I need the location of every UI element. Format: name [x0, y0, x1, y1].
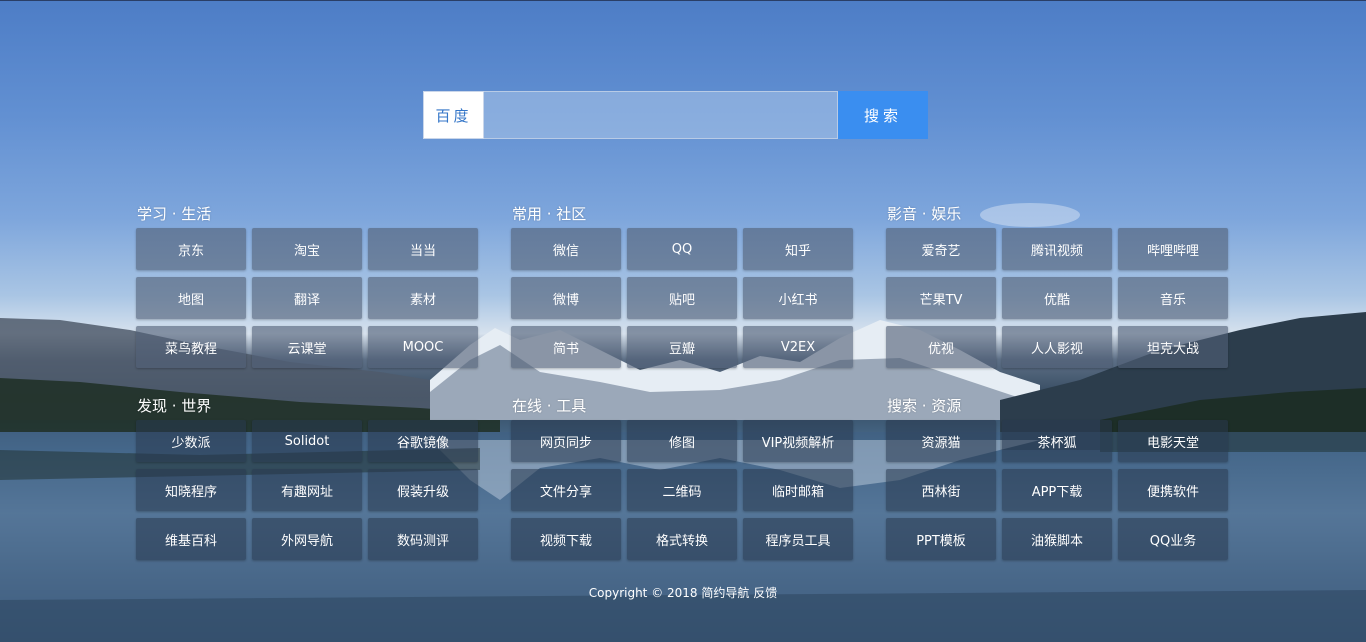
link-tieba[interactable]: 贴吧	[627, 277, 737, 319]
link-qr-code[interactable]: 二维码	[627, 469, 737, 511]
link-photo-edit[interactable]: 修图	[627, 420, 737, 462]
link-zhihu[interactable]: 知乎	[743, 228, 853, 270]
site-link[interactable]: 简约导航	[701, 586, 749, 600]
link-translate[interactable]: 翻译	[252, 277, 362, 319]
link-grid: 京东 淘宝 当当 地图 翻译 素材 菜鸟教程 云课堂 MOOC	[136, 228, 478, 368]
link-programmer-tools[interactable]: 程序员工具	[743, 518, 853, 560]
link-app-download[interactable]: APP下载	[1002, 469, 1112, 511]
search-engine-selector[interactable]: 百度	[423, 91, 484, 139]
link-tencent-video[interactable]: 腾讯视频	[1002, 228, 1112, 270]
link-jd[interactable]: 京东	[136, 228, 246, 270]
link-ziyuanmao[interactable]: 资源猫	[886, 420, 996, 462]
link-runoob[interactable]: 菜鸟教程	[136, 326, 246, 368]
link-grid: 爱奇艺 腾讯视频 哔哩哔哩 芒果TV 优酷 音乐 优视 人人影视 坦克大战	[886, 228, 1228, 368]
link-mango-tv[interactable]: 芒果TV	[886, 277, 996, 319]
link-wikipedia[interactable]: 维基百科	[136, 518, 246, 560]
link-renren-tv[interactable]: 人人影视	[1002, 326, 1112, 368]
link-youshi[interactable]: 优视	[886, 326, 996, 368]
link-wechat[interactable]: 微信	[511, 228, 621, 270]
search-input[interactable]	[484, 91, 838, 139]
link-format-convert[interactable]: 格式转换	[627, 518, 737, 560]
link-tank-battle[interactable]: 坦克大战	[1118, 326, 1228, 368]
link-xilinjie[interactable]: 西林街	[886, 469, 996, 511]
link-chabeihu[interactable]: 茶杯狐	[1002, 420, 1112, 462]
link-map[interactable]: 地图	[136, 277, 246, 319]
link-movie-heaven[interactable]: 电影天堂	[1118, 420, 1228, 462]
link-dangdang[interactable]: 当当	[368, 228, 478, 270]
link-douban[interactable]: 豆瓣	[627, 326, 737, 368]
link-vip-video-parse[interactable]: VIP视频解析	[743, 420, 853, 462]
link-tampermonkey-scripts[interactable]: 油猴脚本	[1002, 518, 1112, 560]
link-xiaohongshu[interactable]: 小红书	[743, 277, 853, 319]
section-title: 在线 · 工具	[512, 397, 587, 415]
link-sspai[interactable]: 少数派	[136, 420, 246, 462]
top-border	[0, 0, 1366, 1]
link-v2ex[interactable]: V2EX	[743, 326, 853, 368]
link-fun-sites[interactable]: 有趣网址	[252, 469, 362, 511]
section-title: 搜索 · 资源	[887, 397, 962, 415]
link-video-download[interactable]: 视频下载	[511, 518, 621, 560]
section-title: 学习 · 生活	[137, 205, 212, 223]
link-grid: 资源猫 茶杯狐 电影天堂 西林街 APP下载 便携软件 PPT模板 油猴脚本 Q…	[886, 420, 1228, 560]
search-button[interactable]: 搜索	[838, 91, 928, 139]
link-music[interactable]: 音乐	[1118, 277, 1228, 319]
link-solidot[interactable]: Solidot	[252, 420, 362, 462]
link-qq-services[interactable]: QQ业务	[1118, 518, 1228, 560]
search-bar: 百度 搜索	[423, 91, 928, 139]
copyright-text: Copyright © 2018	[588, 586, 698, 600]
link-digital-reviews[interactable]: 数码测评	[368, 518, 478, 560]
link-ppt-templates[interactable]: PPT模板	[886, 518, 996, 560]
section-title: 常用 · 社区	[512, 205, 587, 223]
link-bilibili[interactable]: 哔哩哔哩	[1118, 228, 1228, 270]
link-jianshu[interactable]: 简书	[511, 326, 621, 368]
link-web-sync[interactable]: 网页同步	[511, 420, 621, 462]
link-grid: 网页同步 修图 VIP视频解析 文件分享 二维码 临时邮箱 视频下载 格式转换 …	[511, 420, 853, 560]
link-qq[interactable]: QQ	[627, 228, 737, 270]
link-grid: 少数派 Solidot 谷歌镜像 知晓程序 有趣网址 假装升级 维基百科 外网导…	[136, 420, 478, 560]
feedback-link[interactable]: 反馈	[753, 586, 777, 600]
link-mooc[interactable]: MOOC	[368, 326, 478, 368]
link-fake-upgrade[interactable]: 假装升级	[368, 469, 478, 511]
link-portable-software[interactable]: 便携软件	[1118, 469, 1228, 511]
link-materials[interactable]: 素材	[368, 277, 478, 319]
link-file-share[interactable]: 文件分享	[511, 469, 621, 511]
link-youku[interactable]: 优酷	[1002, 277, 1112, 319]
link-iqiyi[interactable]: 爱奇艺	[886, 228, 996, 270]
section-title: 发现 · 世界	[137, 397, 212, 415]
link-google-mirror[interactable]: 谷歌镜像	[368, 420, 478, 462]
link-weibo[interactable]: 微博	[511, 277, 621, 319]
footer: Copyright © 2018 简约导航 反馈	[0, 584, 1366, 602]
link-taobao[interactable]: 淘宝	[252, 228, 362, 270]
link-temp-mail[interactable]: 临时邮箱	[743, 469, 853, 511]
link-foreign-nav[interactable]: 外网导航	[252, 518, 362, 560]
link-grid: 微信 QQ 知乎 微博 贴吧 小红书 简书 豆瓣 V2EX	[511, 228, 853, 368]
link-cloud-classroom[interactable]: 云课堂	[252, 326, 362, 368]
section-title: 影音 · 娱乐	[887, 205, 962, 223]
link-zhixiao-program[interactable]: 知晓程序	[136, 469, 246, 511]
